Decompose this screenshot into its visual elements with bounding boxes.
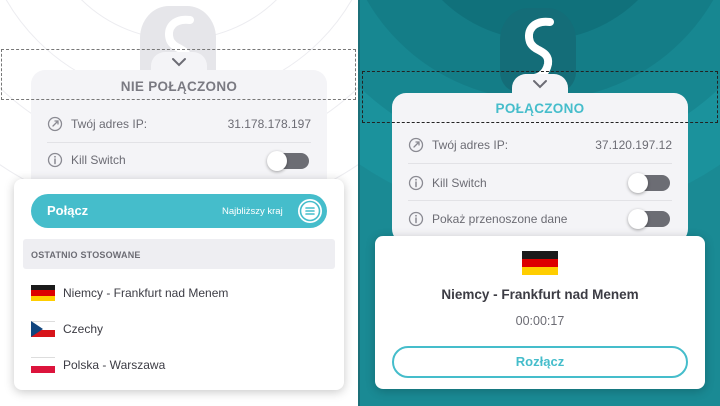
recent-header-label: OSTATNIO STOSOWANE: [31, 250, 141, 260]
server-name: Czechy: [63, 322, 104, 336]
divider: [408, 200, 672, 201]
divider: [408, 163, 672, 164]
external-link-icon: [47, 116, 63, 132]
info-icon[interactable]: [408, 211, 424, 227]
info-icon[interactable]: [408, 175, 424, 191]
germany-flag-icon: [522, 251, 558, 275]
transferred-data-toggle[interactable]: [628, 209, 670, 229]
server-name: Niemcy - Frankfurt nad Menem: [63, 286, 229, 300]
ip-row: Twój adres IP:: [47, 114, 147, 134]
server-list-button[interactable]: [298, 199, 322, 223]
menu-icon: [299, 200, 321, 222]
chevron-down-icon[interactable]: [171, 57, 187, 67]
connection-timer: 00:00:17: [515, 314, 565, 328]
ip-label: Twój adres IP:: [71, 117, 148, 131]
disconnect-button[interactable]: Rozłącz: [392, 346, 688, 378]
kill-switch-label: Kill Switch: [432, 176, 487, 190]
external-link-icon: [408, 137, 424, 153]
kill-switch-row: Kill Switch: [408, 173, 487, 193]
czech-flag-icon: [31, 321, 55, 337]
kill-switch-toggle[interactable]: [628, 173, 670, 193]
recent-server-item[interactable]: Czechy: [31, 320, 103, 338]
nearest-country-label[interactable]: Najbliższy kraj: [222, 206, 283, 217]
connected-server-name: Niemcy - Frankfurt nad Menem: [441, 287, 639, 302]
transferred-data-label: Pokaż przenoszone dane: [432, 212, 568, 226]
kill-switch-toggle[interactable]: [267, 151, 309, 171]
ip-label: Twój adres IP:: [432, 138, 509, 152]
poland-flag-icon: [31, 357, 55, 373]
divider: [47, 142, 311, 143]
connection-status: NIE POŁĄCZONO: [120, 79, 238, 94]
chevron-down-icon[interactable]: [532, 79, 548, 89]
kill-switch-label: Kill Switch: [71, 153, 126, 167]
connect-label[interactable]: Połącz: [47, 203, 88, 218]
connection-status: POŁĄCZONO: [495, 101, 585, 116]
info-icon[interactable]: [47, 152, 63, 168]
germany-flag-icon: [31, 285, 55, 301]
server-name: Polska - Warszawa: [63, 358, 166, 372]
ip-value: 31.178.178.197: [227, 117, 311, 131]
recent-server-item[interactable]: Polska - Warszawa: [31, 356, 165, 374]
ip-row: Twój adres IP:: [408, 135, 508, 155]
ip-value: 37.120.197.12: [595, 138, 672, 152]
recent-server-item[interactable]: Niemcy - Frankfurt nad Menem: [31, 284, 228, 302]
kill-switch-row: Kill Switch: [47, 150, 126, 170]
transferred-data-row: Pokaż przenoszone dane: [408, 209, 567, 229]
